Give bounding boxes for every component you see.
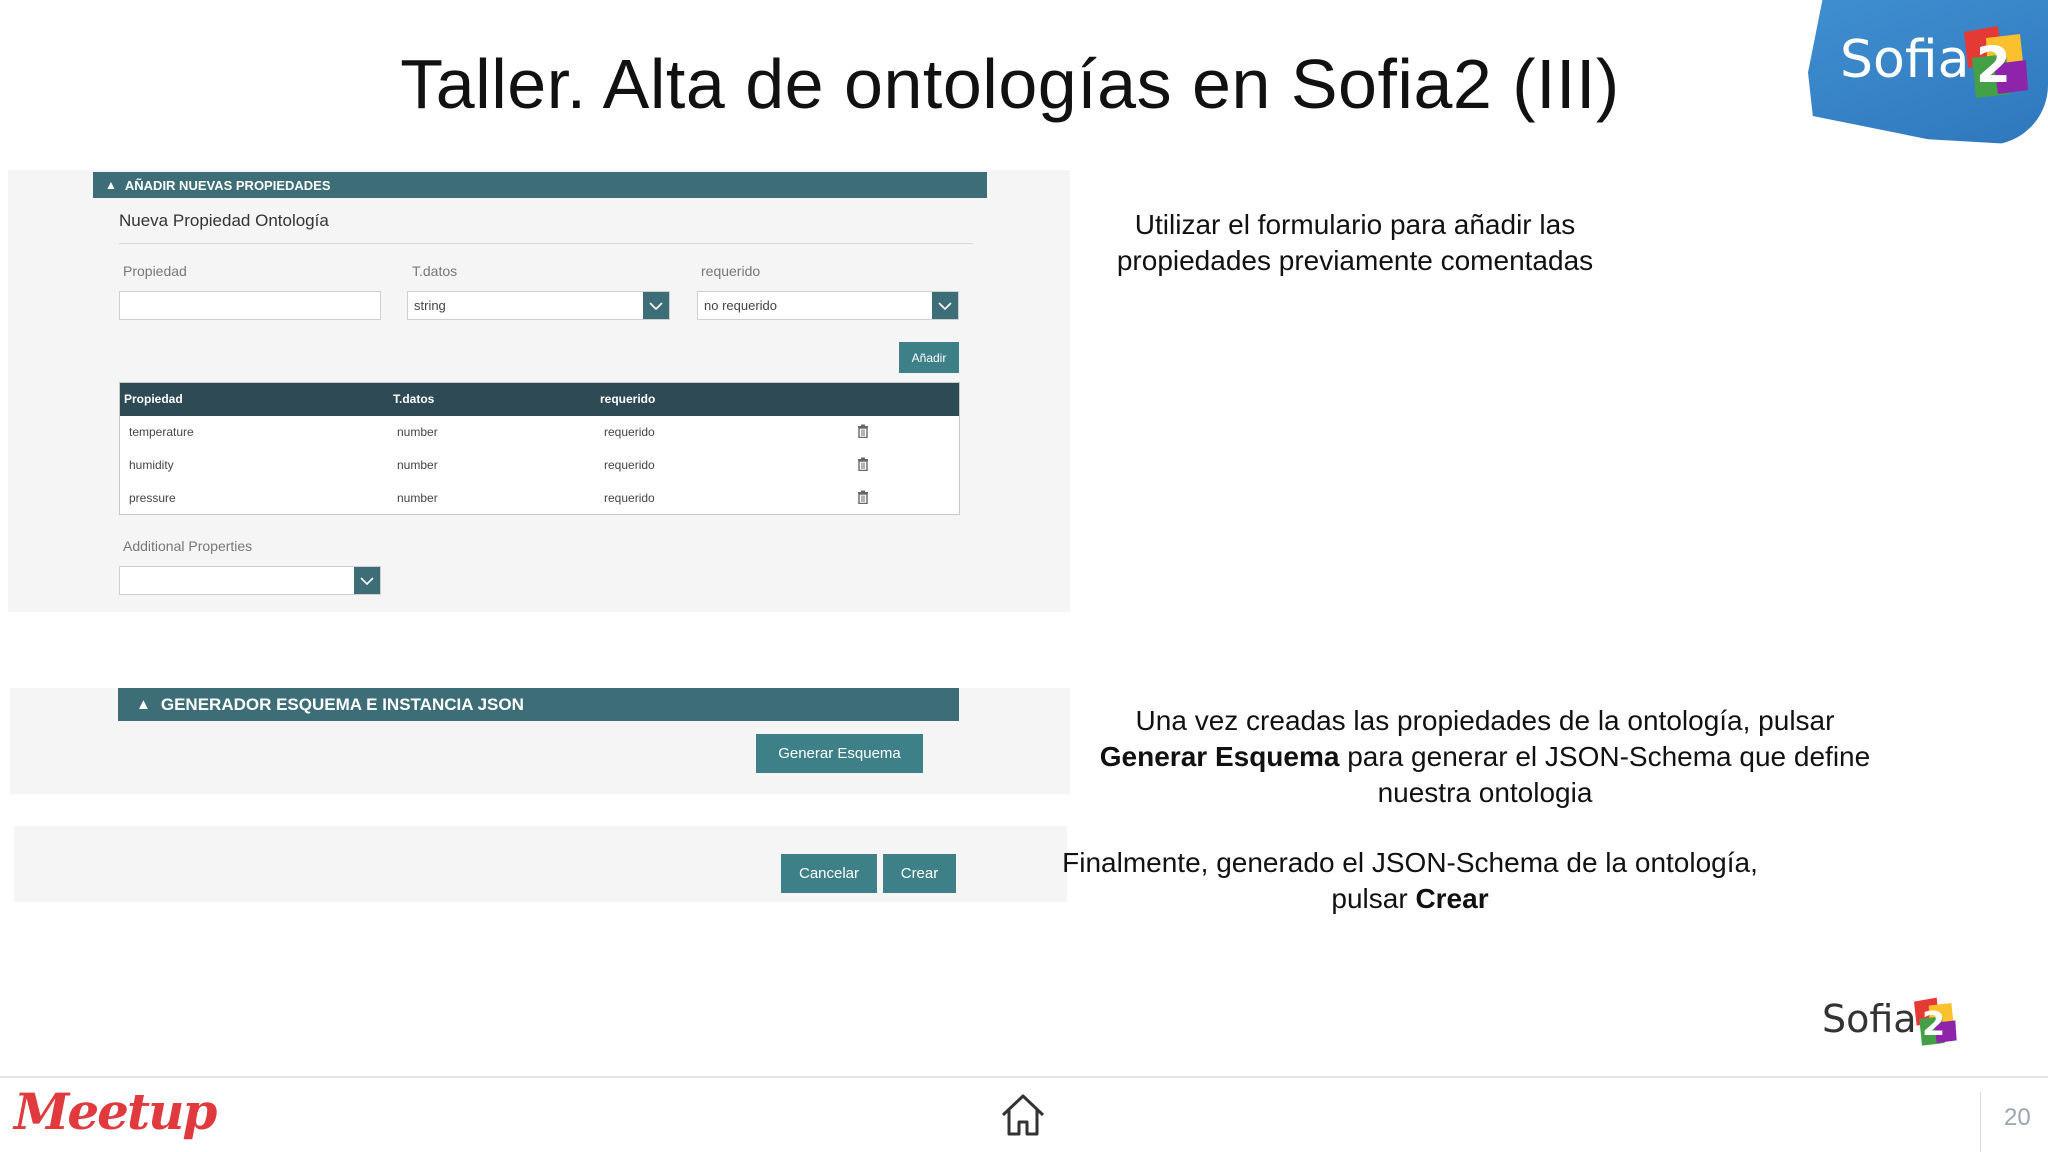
cell-tdatos: number [397, 458, 438, 472]
th-requerido: requerido [600, 392, 656, 406]
schema-generator-header[interactable]: ▲ GENERADOR ESQUEMA E INSTANCIA JSON [118, 688, 959, 721]
propiedad-label: Propiedad [123, 263, 187, 279]
th-propiedad: Propiedad [124, 392, 183, 406]
generator-header-label: GENERADOR ESQUEMA E INSTANCIA JSON [160, 694, 524, 714]
logo-word: Sofia [1840, 30, 1970, 90]
cancel-button[interactable]: Cancelar [781, 854, 877, 893]
propiedad-input[interactable] [119, 291, 381, 320]
home-icon[interactable] [1000, 1093, 1046, 1137]
chevron-up-icon: ▲ [105, 178, 117, 192]
sofia2-mark-icon: 2 [1964, 26, 2028, 98]
tdatos-select-value: string [414, 298, 446, 313]
table-row: humidity number requerido [120, 449, 959, 482]
cell-requerido: requerido [604, 425, 655, 439]
cell-tdatos: number [397, 491, 438, 505]
table-row: pressure number requerido [120, 482, 959, 515]
footer-divider [0, 1076, 2048, 1078]
note-use-form: Utilizar el formulario para añadir las p… [1116, 209, 1594, 276]
cell-requerido: requerido [604, 491, 655, 505]
slide-title: Taller. Alta de ontologías en Sofia2 (II… [400, 45, 1620, 123]
sofia2-logo-top: Sofia 2 [1808, 0, 2048, 145]
note-text: Una vez creadas las propiedades de la on… [1135, 705, 1835, 736]
trash-icon[interactable] [857, 490, 869, 504]
properties-table: Propiedad T.datos requerido temperature … [119, 382, 960, 515]
svg-text:2: 2 [1922, 1004, 1945, 1043]
add-property-button[interactable]: Añadir [899, 342, 959, 373]
requerido-select-value: no requerido [704, 298, 777, 313]
sofia2-logo-bottom: Sofia 2 [1822, 993, 1962, 1055]
trash-icon[interactable] [857, 457, 869, 471]
chevron-down-icon[interactable] [932, 292, 958, 319]
th-tdatos: T.datos [393, 392, 435, 406]
additional-properties-label: Additional Properties [123, 538, 253, 554]
page-number-separator [1980, 1092, 1981, 1152]
trash-icon[interactable] [857, 424, 869, 438]
note-bold: Generar Esquema [1099, 740, 1340, 772]
cell-requerido: requerido [604, 458, 655, 472]
cell-propiedad: temperature [129, 425, 194, 439]
tdatos-label: T.datos [412, 263, 458, 279]
table-header: Propiedad T.datos requerido [120, 383, 959, 416]
table-row: temperature number requerido [120, 416, 959, 449]
generate-schema-button[interactable]: Generar Esquema [756, 734, 923, 773]
form-subtitle: Nueva Propiedad Ontología [119, 211, 329, 230]
requerido-select[interactable]: no requerido [697, 291, 959, 320]
cell-propiedad: humidity [129, 458, 174, 472]
note-bold: Crear [1415, 882, 1489, 914]
svg-text:2: 2 [1976, 36, 2011, 94]
note-text: para generar el JSON-Schema que define n… [1347, 740, 1871, 808]
create-button[interactable]: Crear [883, 854, 956, 893]
chevron-down-icon[interactable] [354, 567, 380, 594]
section-header-label: AÑADIR NUEVAS PROPIEDADES [124, 177, 331, 193]
add-properties-header[interactable]: ▲ AÑADIR NUEVAS PROPIEDADES [93, 172, 987, 198]
note-text: Finalmente, generado el JSON-Schema de l… [1062, 847, 1758, 914]
cell-tdatos: number [397, 425, 438, 439]
sofia2-mark-icon: 2 [1914, 997, 1957, 1046]
form-divider [119, 243, 973, 244]
chevron-down-icon[interactable] [643, 292, 669, 319]
chevron-up-icon: ▲ [136, 696, 151, 713]
requerido-label: requerido [701, 263, 761, 279]
page-number: 20 [2004, 1104, 2031, 1131]
note-generate-schema: Una vez creadas las propiedades de la on… [1060, 703, 1910, 810]
meetup-logo: Meetup [14, 1082, 217, 1141]
tdatos-select[interactable]: string [407, 291, 670, 320]
note-create: Finalmente, generado el JSON-Schema de l… [1060, 845, 1760, 917]
additional-properties-select[interactable] [119, 566, 381, 595]
logo-word: Sofia [1822, 997, 1917, 1041]
cell-propiedad: pressure [129, 491, 176, 505]
